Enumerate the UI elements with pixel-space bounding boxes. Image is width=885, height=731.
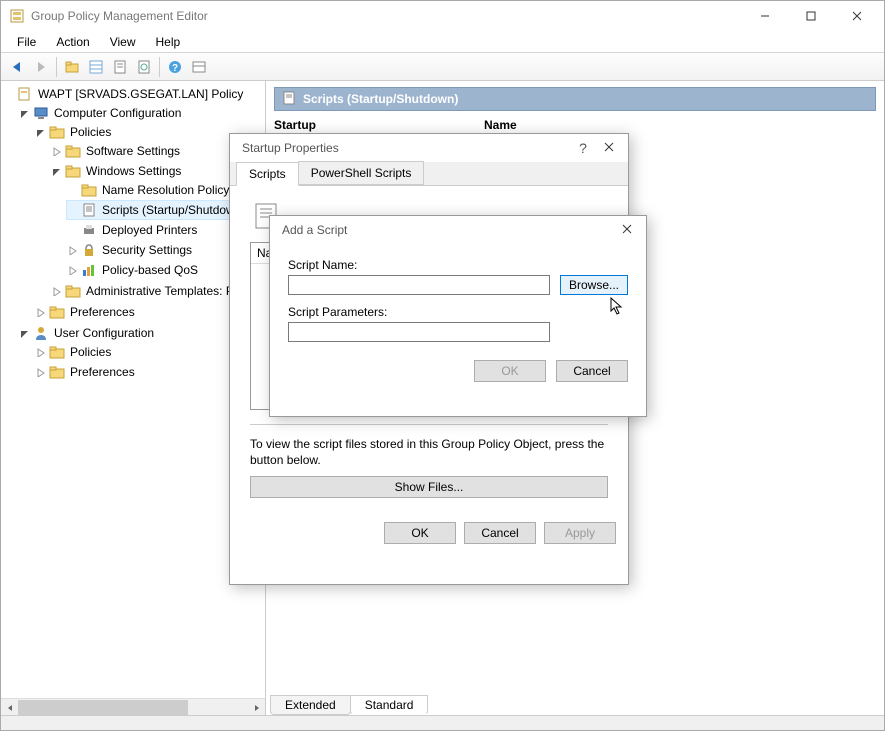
help-button[interactable]: ? <box>570 140 596 156</box>
maximize-button[interactable] <box>788 1 834 31</box>
dialog-note: To view the script files stored in this … <box>250 437 608 468</box>
printer-icon <box>81 222 97 238</box>
script-name-label: Script Name: <box>288 258 628 272</box>
chart-icon <box>81 262 97 278</box>
column-startup: Startup <box>274 115 484 135</box>
chevron-right-icon[interactable] <box>67 265 78 276</box>
properties-button[interactable] <box>108 55 132 79</box>
footer-tabs: Extended Standard <box>266 693 884 715</box>
menu-help[interactable]: Help <box>146 32 191 52</box>
app-icon <box>9 8 25 24</box>
tab-standard[interactable]: Standard <box>350 695 429 715</box>
folder-icon <box>65 283 81 299</box>
script-icon <box>81 202 97 218</box>
ok-button[interactable]: OK <box>474 360 546 382</box>
show-files-button[interactable]: Show Files... <box>250 476 608 498</box>
titlebar: Group Policy Management Editor <box>1 1 884 31</box>
chevron-right-icon[interactable] <box>35 307 46 318</box>
script-name-input[interactable] <box>288 275 550 295</box>
policy-icon <box>17 86 33 102</box>
dialog-titlebar: Startup Properties ? <box>230 134 628 162</box>
add-script-dialog: Add a Script Script Name: Browse... Scri… <box>269 215 647 417</box>
chevron-down-icon[interactable] <box>35 127 46 138</box>
chevron-down-icon[interactable] <box>51 166 62 177</box>
folder-icon <box>49 124 65 140</box>
script-icon <box>281 90 297 109</box>
tree-computer-config[interactable]: Computer Configuration <box>19 104 265 122</box>
folder-icon <box>49 364 65 380</box>
chevron-right-icon[interactable] <box>67 245 78 256</box>
cancel-button[interactable]: Cancel <box>556 360 628 382</box>
menu-file[interactable]: File <box>7 32 46 52</box>
close-button[interactable] <box>834 1 880 31</box>
chevron-down-icon[interactable] <box>19 328 30 339</box>
scrollbar-thumb[interactable] <box>18 700 188 715</box>
chevron-down-icon[interactable] <box>19 108 30 119</box>
back-button[interactable] <box>5 55 29 79</box>
scroll-right-button[interactable] <box>248 699 265 715</box>
dialog-titlebar: Add a Script <box>270 216 646 244</box>
toolbar: ? <box>1 53 884 81</box>
window-controls <box>742 1 880 31</box>
window-title: Group Policy Management Editor <box>31 9 742 23</box>
lock-icon <box>81 242 97 258</box>
refresh-button[interactable] <box>132 55 156 79</box>
folder-icon <box>81 182 97 198</box>
folder-icon <box>65 163 81 179</box>
user-icon <box>33 325 49 341</box>
content-header-title: Scripts (Startup/Shutdown) <box>303 92 458 106</box>
tree-horizontal-scrollbar[interactable] <box>1 698 265 715</box>
close-button[interactable] <box>614 223 640 237</box>
cancel-button[interactable]: Cancel <box>464 522 536 544</box>
folder-up-button[interactable] <box>60 55 84 79</box>
scroll-left-button[interactable] <box>1 699 18 715</box>
menu-action[interactable]: Action <box>46 32 99 52</box>
tab-scripts[interactable]: Scripts <box>236 162 299 186</box>
computer-icon <box>33 105 49 121</box>
dialog-tabs: Scripts PowerShell Scripts <box>230 162 628 186</box>
menu-view[interactable]: View <box>100 32 146 52</box>
browse-button[interactable]: Browse... <box>560 275 628 295</box>
dialog-title: Add a Script <box>282 223 614 237</box>
script-params-input[interactable] <box>288 322 550 342</box>
menubar: File Action View Help <box>1 31 884 53</box>
content-header: Scripts (Startup/Shutdown) <box>274 87 876 111</box>
tree-pane: WAPT [SRVADS.GSEGAT.LAN] Policy Computer… <box>1 81 266 715</box>
view-options-button[interactable] <box>84 55 108 79</box>
chevron-right-icon[interactable] <box>35 367 46 378</box>
chevron-right-icon[interactable] <box>51 286 62 297</box>
content-columns: Startup Name <box>274 115 876 135</box>
folder-icon <box>49 344 65 360</box>
dialog-title: Startup Properties <box>242 141 570 155</box>
tab-extended[interactable]: Extended <box>270 695 351 715</box>
scrollbar-track[interactable] <box>188 699 248 715</box>
apply-button[interactable]: Apply <box>544 522 616 544</box>
minimize-button[interactable] <box>742 1 788 31</box>
main-window: Group Policy Management Editor File Acti… <box>0 0 885 731</box>
folder-icon <box>49 304 65 320</box>
folder-icon <box>65 143 81 159</box>
filter-button[interactable] <box>187 55 211 79</box>
close-button[interactable] <box>596 141 622 155</box>
help-button[interactable]: ? <box>163 55 187 79</box>
chevron-right-icon[interactable] <box>35 347 46 358</box>
policy-tree[interactable]: WAPT [SRVADS.GSEGAT.LAN] Policy Computer… <box>1 84 265 384</box>
caret-icon <box>3 89 14 100</box>
column-name: Name <box>484 115 517 135</box>
tab-powershell[interactable]: PowerShell Scripts <box>298 161 425 185</box>
chevron-right-icon[interactable] <box>51 146 62 157</box>
statusbar <box>1 715 884 731</box>
tree-root[interactable]: WAPT [SRVADS.GSEGAT.LAN] Policy <box>3 85 265 103</box>
script-params-label: Script Parameters: <box>288 305 628 319</box>
svg-text:?: ? <box>172 63 178 74</box>
forward-button[interactable] <box>29 55 53 79</box>
ok-button[interactable]: OK <box>384 522 456 544</box>
